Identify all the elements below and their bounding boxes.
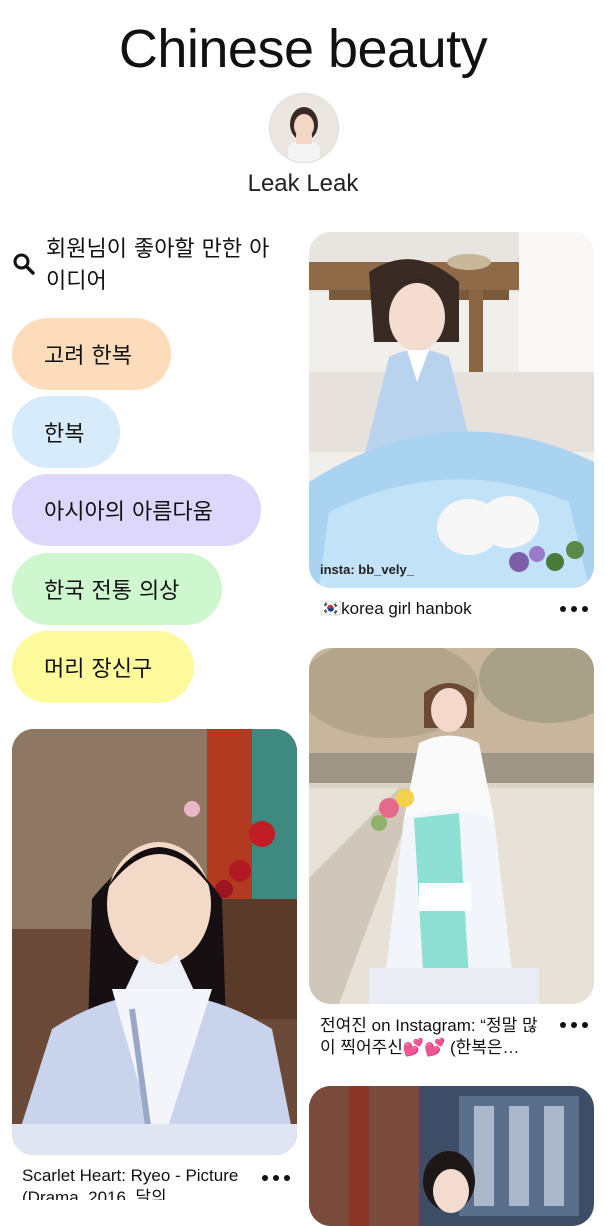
pin-image-korea-girl-hanbok[interactable] xyxy=(309,232,594,588)
pin-watermark: insta: bb_vely_ xyxy=(320,562,414,577)
pin-image-hanbok-palace[interactable] xyxy=(309,1086,594,1226)
search-icon xyxy=(13,253,35,275)
board-owner-name[interactable]: Leak Leak xyxy=(0,170,606,198)
ideas-section: 회원님이 좋아할 만한 아이디어 xyxy=(12,234,292,298)
board-title: Chinese beauty xyxy=(118,19,488,79)
pin-caption-korea-girl-hanbok[interactable]: 🇰🇷korea girl hanbok xyxy=(320,598,545,620)
pin-image-scarlet-heart[interactable] xyxy=(12,729,297,1155)
chip-label: 고려 한복 xyxy=(44,344,132,369)
chip-label: 머리 장신구 xyxy=(44,657,153,682)
pin-caption-instagram-hanbok[interactable]: 전여진 on Instagram: “정말 많이 찍어주신💕💕 (한복은… xyxy=(320,1015,545,1059)
chip-label: 한복 xyxy=(44,422,85,447)
idea-chip-goryeo-hanbok[interactable]: 고려 한복 xyxy=(12,318,171,390)
chip-label: 아시아의 아름다움 xyxy=(44,500,213,525)
idea-chip-korean-traditional-clothing[interactable]: 한국 전통 의상 xyxy=(12,553,222,625)
idea-chip-asian-beauty[interactable]: 아시아의 아름다움 xyxy=(12,474,261,546)
ideas-heading: 회원님이 좋아할 만한 아이디어 xyxy=(46,237,270,294)
pin-image-instagram-hanbok[interactable] xyxy=(309,648,594,1004)
more-options-button[interactable] xyxy=(560,604,588,614)
more-options-button[interactable] xyxy=(560,1020,588,1030)
more-options-button[interactable] xyxy=(262,1173,290,1183)
idea-chip-hanbok[interactable]: 한복 xyxy=(12,396,120,468)
idea-chip-hair-accessory[interactable]: 머리 장신구 xyxy=(12,631,194,703)
pin-caption-scarlet-heart[interactable]: Scarlet Heart: Ryeo - Picture (Drama, 20… xyxy=(22,1165,247,1200)
avatar-photo xyxy=(270,94,338,162)
chip-label: 한국 전통 의상 xyxy=(44,579,180,604)
avatar[interactable] xyxy=(269,93,339,163)
